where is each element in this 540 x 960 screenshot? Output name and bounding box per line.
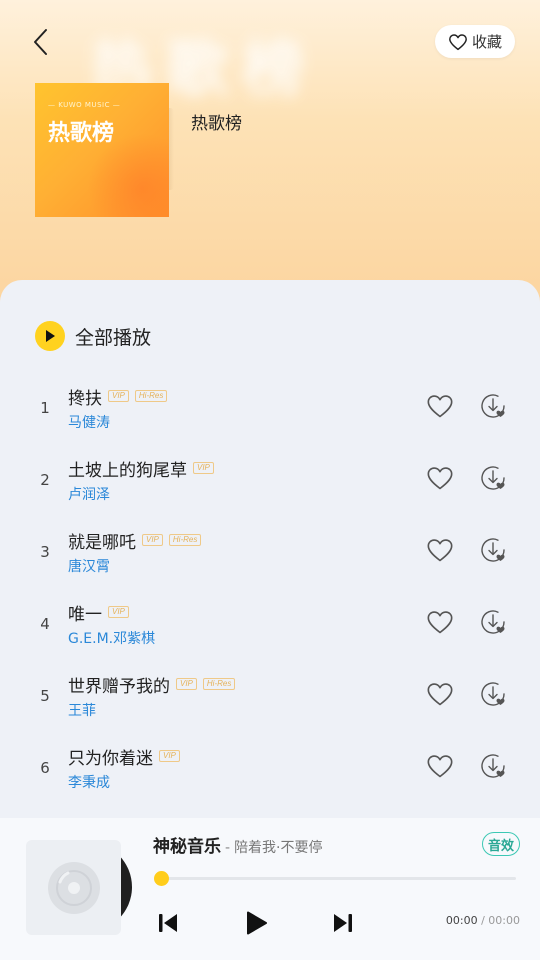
hi-res-badge: Hi-Res [134,390,168,402]
song-index: 6 [40,759,50,777]
song-index: 2 [40,471,50,489]
song-title-row: 唯一 VIP [68,600,129,625]
play-all-label: 全部播放 [75,326,152,349]
title-separator: - [225,840,231,856]
song-row[interactable]: 4 唯一 VIP G.E.M.邓紫棋 [0,600,540,660]
heart-icon [427,755,453,778]
download-icon [481,466,505,490]
song-artist[interactable]: 马健涛 [68,412,110,432]
like-button[interactable] [426,681,454,707]
song-row[interactable]: 1 搀扶 VIP Hi-Res 马健涛 [0,384,540,444]
song-artist[interactable]: 王菲 [68,700,96,720]
like-button[interactable] [426,465,454,491]
now-playing-title[interactable]: 神秘音乐 - 陪着我·不要停 [153,832,323,857]
now-playing-song: 神秘音乐 [153,837,221,857]
back-button[interactable] [26,26,56,58]
play-all-circle [35,321,65,351]
song-row[interactable]: 3 就是哪吒 VIP Hi-Res 唐汉霄 [0,528,540,588]
song-artist[interactable]: G.E.M.邓紫棋 [68,628,155,648]
like-button[interactable] [426,393,454,419]
song-row[interactable]: 2 土坡上的狗尾草 VIP 卢润泽 [0,456,540,516]
song-index: 1 [40,399,50,417]
like-button[interactable] [426,537,454,563]
vip-badge: VIP [176,678,197,690]
song-title: 只为你着迷 [68,748,153,769]
song-index: 5 [40,687,50,705]
heart-icon [449,33,467,50]
time-separator: / [477,914,489,927]
album-art[interactable] [26,840,121,935]
like-button[interactable] [426,753,454,779]
current-time: 00:00 [445,914,478,927]
favorite-button[interactable]: 收藏 [435,25,515,58]
heart-icon [427,611,453,634]
download-icon [481,754,505,778]
playlist-title: 热歌榜 [191,114,242,134]
song-artist[interactable]: 唐汉霄 [68,556,110,576]
like-button[interactable] [426,609,454,635]
download-button[interactable] [479,680,507,708]
song-title-row: 世界赠予我的 VIP Hi-Res [68,672,236,697]
heart-icon [427,467,453,490]
download-button[interactable] [479,464,507,492]
skip-next-icon [334,914,352,932]
disc-placeholder-icon [47,861,100,914]
song-row[interactable]: 5 世界赠予我的 VIP Hi-Res 王菲 [0,672,540,732]
download-button[interactable] [479,752,507,780]
progress-knob[interactable] [154,871,169,886]
download-button[interactable] [479,392,507,420]
vip-badge: VIP [142,534,163,546]
total-time: 00:00 [488,914,520,927]
download-button[interactable] [479,536,507,564]
vip-badge: VIP [159,750,180,762]
vip-badge: VIP [193,462,214,474]
play-icon [46,330,55,342]
hi-res-badge: Hi-Res [168,534,202,546]
cover-title: 热歌榜 [48,121,115,146]
song-title: 搀扶 [68,388,102,409]
download-icon [481,538,505,562]
song-title-row: 搀扶 VIP Hi-Res [68,384,168,409]
now-playing-artist: 陪着我·不要停 [234,840,323,856]
download-icon [481,610,505,634]
vip-badge: VIP [108,390,129,402]
song-row[interactable]: 6 只为你着迷 VIP 李秉成 [0,744,540,804]
hi-res-badge: Hi-Res [202,678,236,690]
next-button[interactable] [331,911,355,935]
song-title-row: 就是哪吒 VIP Hi-Res [68,528,202,553]
skip-previous-icon [159,914,177,932]
cover-brand: — KUWO MUSIC — [48,101,121,109]
heart-icon [427,539,453,562]
song-index: 3 [40,543,50,561]
heart-icon [427,395,453,418]
song-artist[interactable]: 卢润泽 [68,484,110,504]
download-icon [481,682,505,706]
song-title: 土坡上的狗尾草 [68,460,187,481]
download-button[interactable] [479,608,507,636]
vip-badge: VIP [108,606,129,618]
play-icon [247,911,267,935]
heart-icon [427,683,453,706]
song-title: 世界赠予我的 [68,676,170,697]
play-button[interactable] [242,909,270,937]
favorite-label: 收藏 [471,33,502,51]
song-title: 就是哪吒 [68,532,136,553]
download-icon [481,394,505,418]
song-title-row: 土坡上的狗尾草 VIP [68,456,214,481]
song-artist[interactable]: 李秉成 [68,772,110,792]
chevron-left-icon [34,29,47,55]
play-all-button[interactable]: 全部播放 [35,320,151,352]
song-title: 唯一 [68,604,102,625]
playback-time: 00:00 / 00:00 [430,914,520,927]
previous-button[interactable] [156,911,180,935]
song-title-row: 只为你着迷 VIP [68,744,180,769]
sound-effect-button[interactable]: 音效 [482,832,520,856]
song-index: 4 [40,615,50,633]
progress-track[interactable] [160,877,516,880]
playlist-cover[interactable]: — KUWO MUSIC — 热歌榜 [35,83,169,217]
